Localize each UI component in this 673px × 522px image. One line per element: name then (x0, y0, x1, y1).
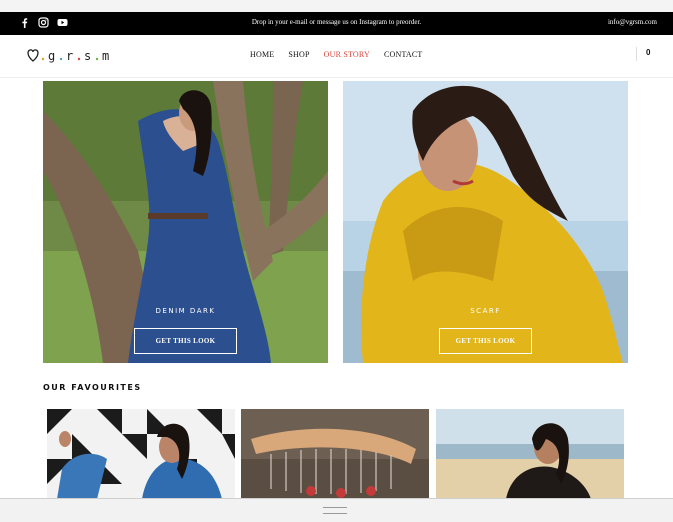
get-this-look-button[interactable]: GET THIS LOOK (134, 328, 237, 354)
hero-card-scarf[interactable]: SCARF GET THIS LOOK (343, 81, 628, 363)
site-logo[interactable]: g r s m (26, 46, 121, 64)
favourite-item[interactable] (436, 409, 624, 499)
contact-email[interactable]: info@vgrsm.com (608, 18, 657, 26)
favourite-image (241, 409, 429, 499)
nav-shop[interactable]: SHOP (288, 50, 309, 59)
nav-menu: HOME SHOP OUR STORY CONTACT (250, 50, 423, 59)
get-this-look-button[interactable]: GET THIS LOOK (439, 328, 532, 354)
svg-text:s: s (84, 49, 92, 63)
hero-title: SCARF (470, 307, 501, 315)
hero-image-denim (43, 81, 328, 363)
favourite-image (436, 409, 624, 499)
logo-mark: g r s m (27, 49, 110, 63)
favourite-item[interactable] (47, 409, 235, 499)
favourite-item[interactable] (241, 409, 429, 499)
hero-card-denim[interactable]: DENIM DARK GET THIS LOOK (43, 81, 328, 363)
drag-resize-bar[interactable] (0, 498, 673, 522)
nav-home[interactable]: HOME (250, 50, 274, 59)
main-navigation: g r s m HOME SHOP OUR STORY CONTACT 0 (0, 35, 673, 78)
cart-count[interactable]: 0 (636, 47, 650, 61)
announcement-bar: Drop in your e-mail or message us on Ins… (0, 12, 673, 35)
hero-title: DENIM DARK (155, 307, 216, 315)
announcement-message: Drop in your e-mail or message us on Ins… (251, 18, 422, 26)
svg-text:g: g (48, 49, 56, 63)
hero-image-scarf (343, 81, 628, 363)
svg-text:m: m (102, 49, 110, 63)
svg-text:r: r (66, 49, 74, 63)
favourites-heading: OUR FAVOURITES (43, 383, 142, 392)
nav-contact[interactable]: CONTACT (384, 50, 423, 59)
drag-handle-icon[interactable] (323, 507, 347, 514)
nav-our-story[interactable]: OUR STORY (324, 50, 370, 59)
browser-top-strip (0, 0, 673, 12)
favourite-image (47, 409, 235, 499)
